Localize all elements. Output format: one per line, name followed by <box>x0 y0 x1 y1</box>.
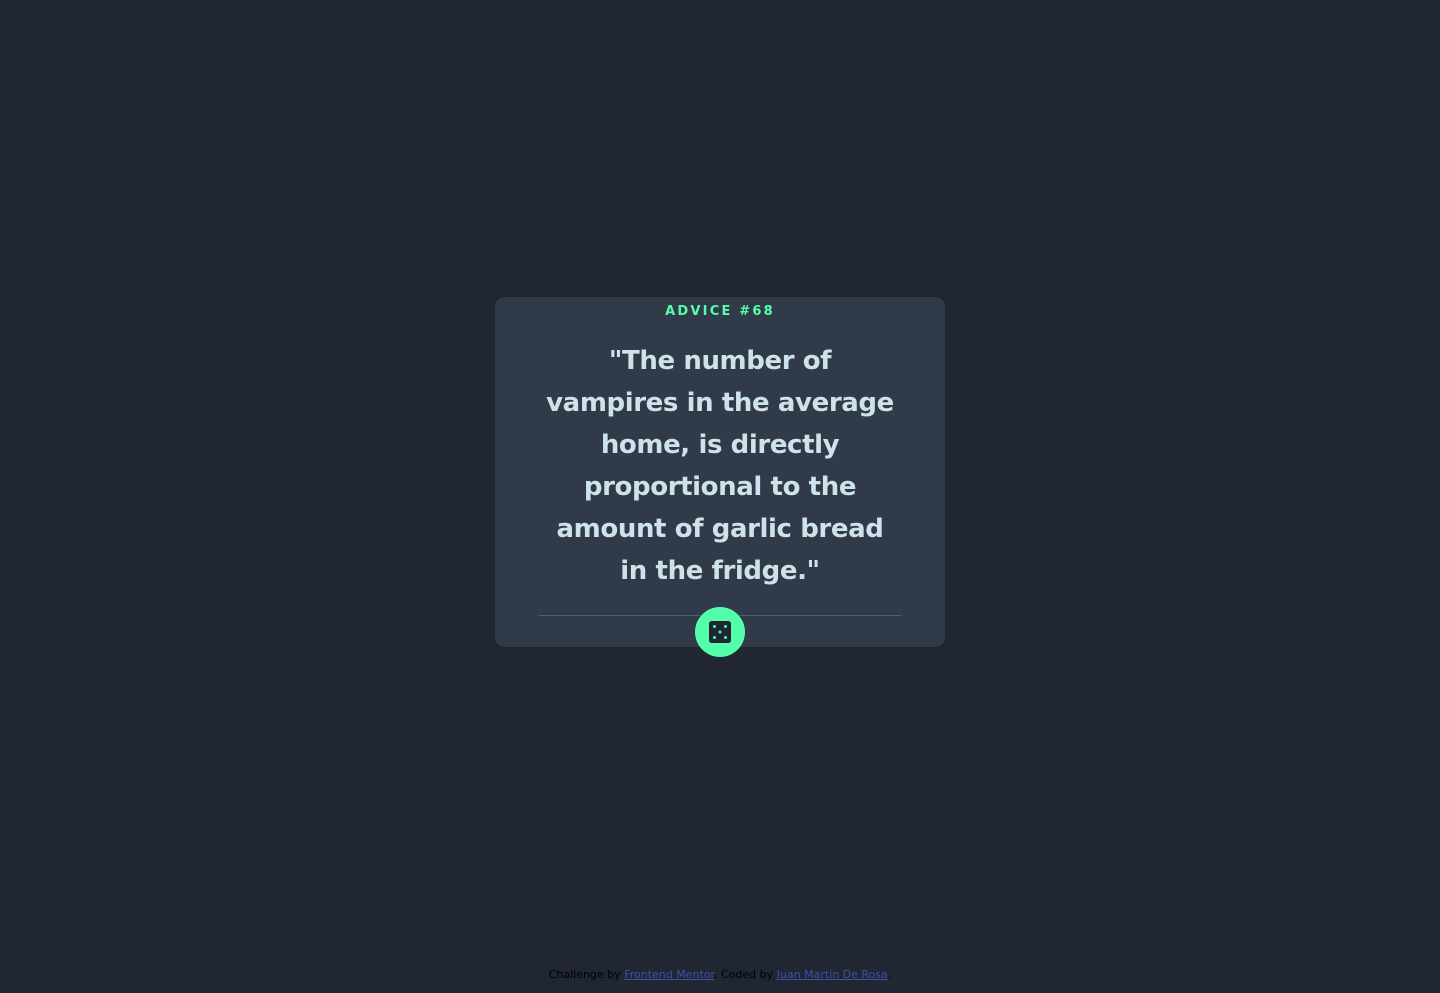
advice-id-label: ADVICE #68 <box>665 304 775 319</box>
advice-quote: "The number of vampires in the average h… <box>546 346 894 586</box>
challenge-prefix: Challenge by <box>548 968 621 981</box>
new-advice-button[interactable] <box>695 607 745 657</box>
frontend-mentor-link[interactable]: Frontend Mentor <box>624 968 714 981</box>
dice-icon <box>709 621 731 643</box>
coded-prefix: . Coded by <box>714 968 774 981</box>
attribution-suffix: . <box>887 968 892 981</box>
attribution-footer: Challenge by Frontend Mentor. Coded by J… <box>0 967 1440 983</box>
author-link[interactable]: Juan Martín De Rosa <box>777 968 888 981</box>
